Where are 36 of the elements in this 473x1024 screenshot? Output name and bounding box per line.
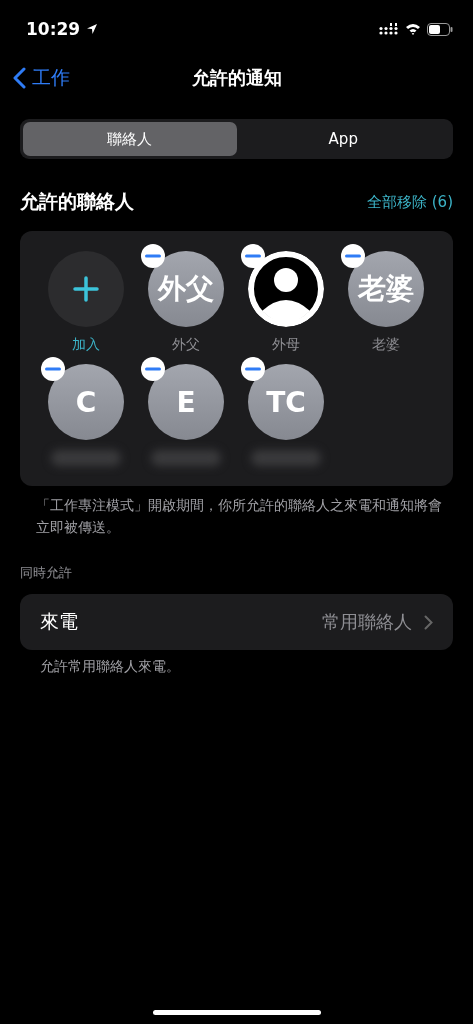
remove-icon[interactable] xyxy=(240,356,266,382)
calls-note: 允許常用聯絡人來電。 xyxy=(40,658,181,676)
back-button[interactable]: 工作 xyxy=(0,65,70,91)
contact-avatar[interactable]: 老婆 xyxy=(348,251,424,327)
contact-avatar[interactable]: E xyxy=(148,364,224,440)
battery-icon xyxy=(427,22,453,36)
plus-icon xyxy=(73,276,99,302)
remove-icon[interactable] xyxy=(40,356,66,382)
status-time: 10:29 xyxy=(26,19,81,39)
chevron-right-icon xyxy=(424,614,433,630)
remove-icon[interactable] xyxy=(240,243,266,269)
section-header: 同時允許 xyxy=(20,564,73,582)
location-arrow-icon xyxy=(86,23,99,35)
segment-tab[interactable]: 聯絡人 xyxy=(23,122,237,156)
page-title: 允許的通知 xyxy=(191,66,282,90)
calls-row[interactable]: 來電 常用聯絡人 xyxy=(20,594,453,650)
remove-icon[interactable] xyxy=(140,243,166,269)
contact-name: 外父 xyxy=(172,336,200,354)
contact-name: 外母 xyxy=(272,336,300,354)
contact-avatar[interactable]: 外父 xyxy=(148,251,224,327)
remove-icon[interactable] xyxy=(140,356,166,382)
remove-all-link[interactable]: 全部移除 (6) xyxy=(367,192,453,212)
row-label: 來電 xyxy=(40,609,78,634)
row-value: 常用聯絡人 xyxy=(322,610,412,634)
person-silhouette-icon[interactable] xyxy=(248,251,324,327)
remove-icon[interactable] xyxy=(340,243,366,269)
contact-avatar[interactable]: C xyxy=(48,364,124,440)
cellular-signal-icon xyxy=(379,23,399,35)
contacts-note: 「工作專注模式」開啟期間，你所允許的聯絡人之來電和通知將會立即被傳送。 xyxy=(36,496,443,537)
section-title: 允許的聯絡人 xyxy=(20,189,134,214)
contact-avatar[interactable]: TC xyxy=(248,364,324,440)
contact-name: 老婆 xyxy=(372,336,400,354)
chevron-left-icon xyxy=(12,67,26,89)
contact-name: 加入 xyxy=(72,336,100,354)
wifi-icon xyxy=(405,23,421,35)
segment-tab[interactable]: App xyxy=(236,122,450,156)
